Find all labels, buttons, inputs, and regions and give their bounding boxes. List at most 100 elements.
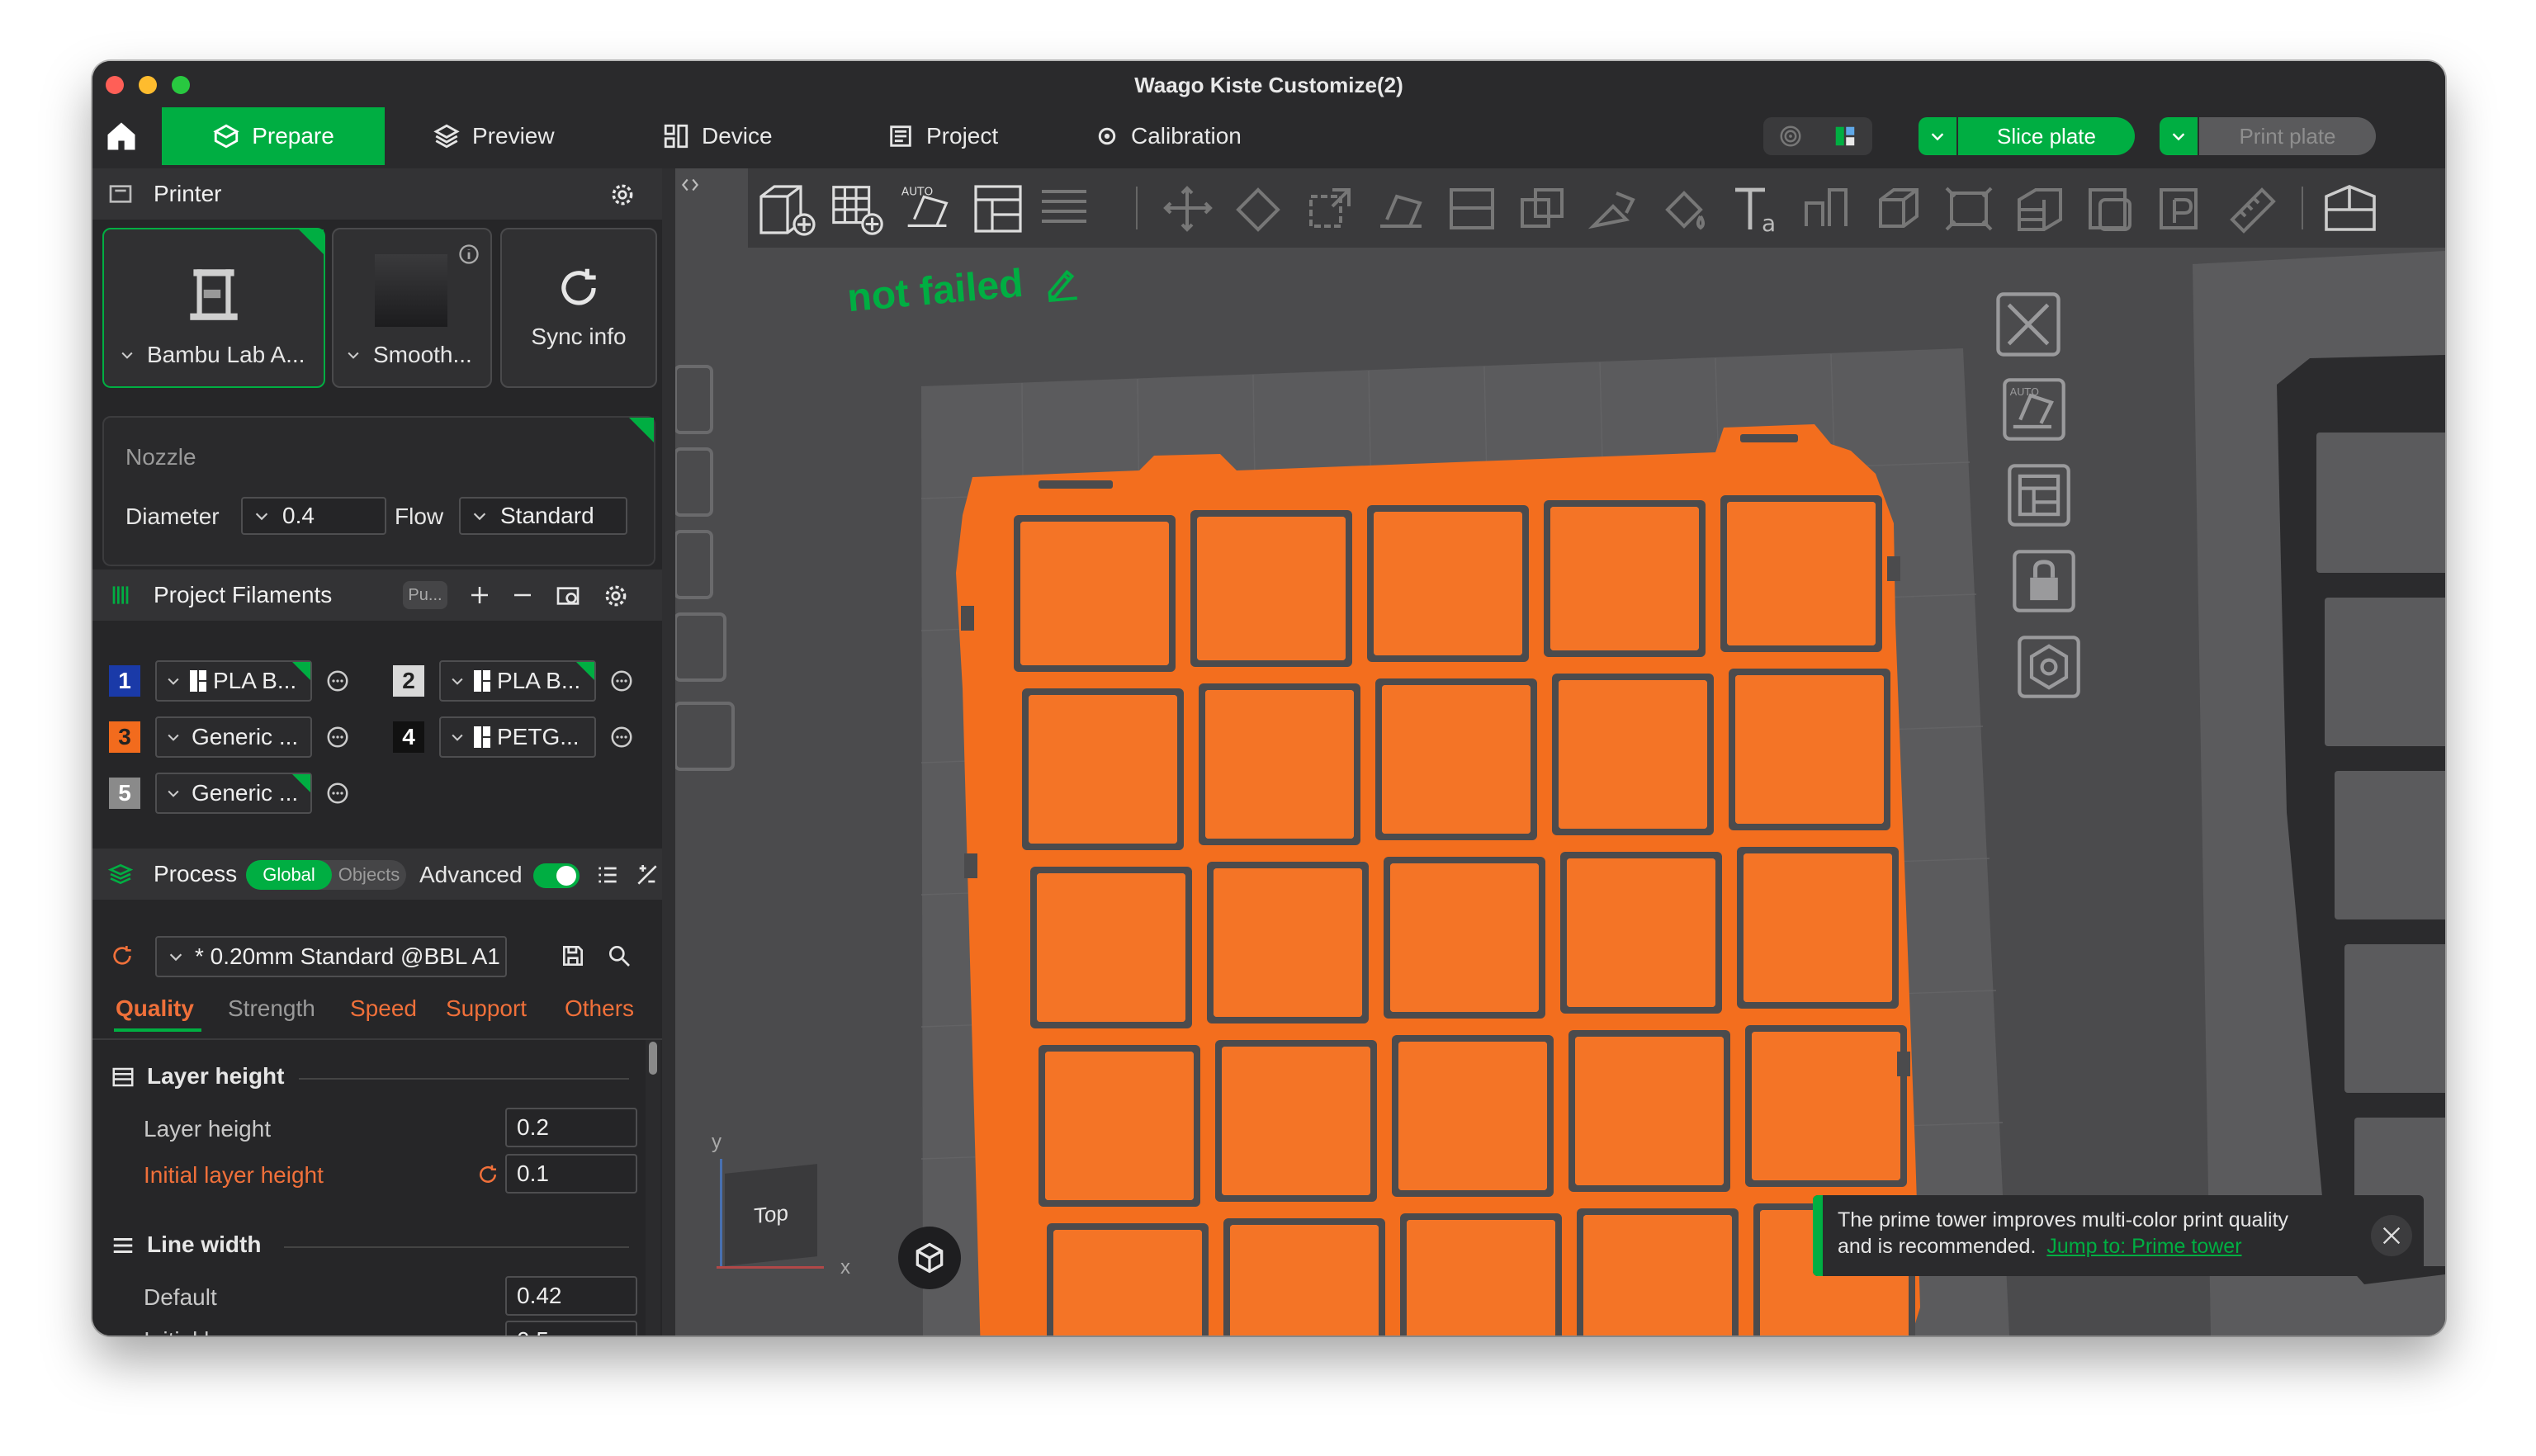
close-plate-icon[interactable] — [1993, 289, 2064, 360]
text-icon[interactable]: a — [1729, 180, 1786, 238]
bounding-box-icon[interactable] — [1942, 183, 1996, 234]
tab-project[interactable]: Project — [887, 107, 998, 165]
home-button[interactable] — [92, 107, 162, 165]
svg-text:a: a — [1762, 210, 1776, 237]
view-cube[interactable]: Top — [725, 1164, 817, 1266]
filament-select-4[interactable]: PETG... — [439, 716, 596, 758]
tab-prepare-label: Prepare — [252, 123, 334, 149]
filament-select-5[interactable]: Generic ... — [155, 773, 312, 814]
arrange-plate-icon[interactable] — [2004, 461, 2074, 530]
minus-icon[interactable] — [510, 583, 535, 607]
collapse-sidebar-button[interactable] — [675, 168, 705, 201]
bambu-logo-icon — [474, 726, 490, 748]
tab-calibration[interactable]: Calibration — [1095, 107, 1242, 165]
search-icon[interactable] — [606, 943, 632, 969]
ruler-icon[interactable] — [2226, 183, 2280, 234]
plate-settings-icon[interactable] — [2084, 183, 2138, 234]
filament-select-2[interactable]: PLA B... — [439, 660, 596, 702]
subtab-quality[interactable]: Quality — [116, 995, 194, 1022]
lock-plate-icon[interactable] — [2009, 546, 2079, 616]
auto-orient-icon[interactable]: AUTO — [898, 180, 959, 238]
auto-orient-plate-icon[interactable]: AUTO — [1999, 375, 2069, 444]
filament-select-1[interactable]: PLA B... — [155, 660, 312, 702]
3d-viewport[interactable]: not failed AUTO a AUTO Top x y The prime… — [675, 168, 2445, 1335]
filament-select-3[interactable]: Generic ... — [155, 716, 312, 758]
sync-info-button[interactable]: Sync info — [500, 228, 657, 388]
gear-icon[interactable] — [609, 182, 636, 208]
setting-initial-layer-width-input[interactable]: 0.5 — [505, 1321, 637, 1335]
slice-layers-icon[interactable] — [2013, 183, 2067, 234]
seam-paint-icon[interactable] — [1800, 183, 1854, 234]
setting-default-width-input[interactable]: 0.42 — [505, 1276, 637, 1316]
chevron-down-icon — [348, 352, 359, 359]
move-icon[interactable] — [1161, 183, 1215, 234]
slice-plate-button[interactable]: Slice plate — [1958, 117, 2135, 155]
slice-options-dropdown[interactable] — [1919, 117, 1956, 155]
subtab-others[interactable]: Others — [565, 995, 634, 1022]
plate-settings-side-icon[interactable] — [2014, 632, 2084, 702]
diameter-select[interactable]: 0.4 — [241, 497, 386, 535]
pencil-icon[interactable] — [1041, 262, 1082, 303]
jump-to-prime-tower-link[interactable]: Jump to: Prime tower — [2046, 1235, 2241, 1258]
reset-icon[interactable] — [109, 943, 135, 969]
more-options-icon[interactable] — [609, 725, 634, 749]
process-section-header: Process Global Objects Advanced — [92, 849, 662, 900]
subtab-speed[interactable]: Speed — [350, 995, 417, 1022]
lay-on-face-icon[interactable] — [1374, 183, 1428, 234]
print-plate-button[interactable]: Print plate — [2199, 117, 2376, 155]
more-options-icon[interactable] — [609, 669, 634, 693]
process-scope-toggle[interactable]: Global Objects — [246, 860, 406, 890]
split-layers-icon[interactable] — [1037, 183, 1091, 234]
scale-icon[interactable] — [1303, 183, 1357, 234]
setting-initial-layer-height-input[interactable]: 0.1 — [505, 1154, 637, 1194]
flow-select[interactable]: Standard — [459, 497, 627, 535]
assembly-view-icon[interactable] — [2320, 180, 2381, 238]
gear-icon[interactable] — [603, 583, 629, 609]
arrange-icon[interactable] — [969, 180, 1027, 238]
plus-icon[interactable] — [467, 583, 492, 607]
settings-scrollbar[interactable] — [646, 1040, 660, 1335]
y-axis-line — [720, 1159, 722, 1266]
connection-status[interactable] — [1763, 117, 1872, 155]
reset-icon[interactable] — [476, 1162, 500, 1187]
plate-type-card[interactable]: Smooth... — [332, 228, 492, 388]
boolean-icon[interactable] — [1516, 183, 1570, 234]
tab-device[interactable]: Device — [662, 107, 773, 165]
subtab-strength[interactable]: Strength — [228, 995, 315, 1022]
scope-objects[interactable]: Objects — [332, 860, 406, 890]
save-icon[interactable] — [560, 943, 586, 969]
process-layers-icon — [107, 863, 134, 885]
color-paint-icon[interactable] — [1658, 183, 1712, 234]
nozzle-label: Nozzle — [125, 444, 196, 470]
add-plate-icon[interactable] — [827, 180, 888, 238]
advanced-toggle[interactable] — [533, 863, 580, 888]
print-sequence-icon[interactable] — [2155, 183, 2209, 234]
add-object-icon[interactable] — [755, 180, 821, 238]
support-paint-icon[interactable] — [1587, 183, 1641, 234]
more-options-icon[interactable] — [325, 725, 350, 749]
cut-icon[interactable] — [1445, 183, 1499, 234]
info-icon[interactable] — [457, 243, 480, 266]
list-view-icon[interactable] — [594, 862, 621, 888]
notification-close-button[interactable] — [2371, 1215, 2412, 1256]
sidebar-splitter[interactable] — [662, 168, 675, 1335]
measure-box-icon[interactable] — [1871, 183, 1925, 234]
print-options-dropdown[interactable] — [2160, 117, 2198, 155]
process-preset-select[interactable]: * 0.20mm Standard @BBL A1 — [155, 936, 507, 977]
tab-prepare[interactable]: Prepare — [162, 107, 385, 165]
sync-filament-icon[interactable] — [555, 583, 581, 609]
notification-accent — [1813, 1195, 1823, 1276]
orange-box-model[interactable] — [873, 391, 2029, 1335]
more-options-icon[interactable] — [325, 781, 350, 806]
rotate-icon[interactable] — [1232, 183, 1286, 234]
scrollbar-thumb[interactable] — [649, 1042, 657, 1075]
more-options-icon[interactable] — [325, 669, 350, 693]
compare-icon[interactable] — [634, 862, 660, 888]
reset-view-button[interactable] — [898, 1227, 961, 1289]
purge-badge[interactable]: Pu... — [403, 581, 447, 609]
subtab-support[interactable]: Support — [446, 995, 527, 1022]
scope-global[interactable]: Global — [246, 860, 332, 890]
printer-card[interactable]: Bambu Lab A... — [102, 228, 325, 388]
tab-preview[interactable]: Preview — [433, 107, 555, 165]
setting-layer-height-input[interactable]: 0.2 — [505, 1108, 637, 1147]
